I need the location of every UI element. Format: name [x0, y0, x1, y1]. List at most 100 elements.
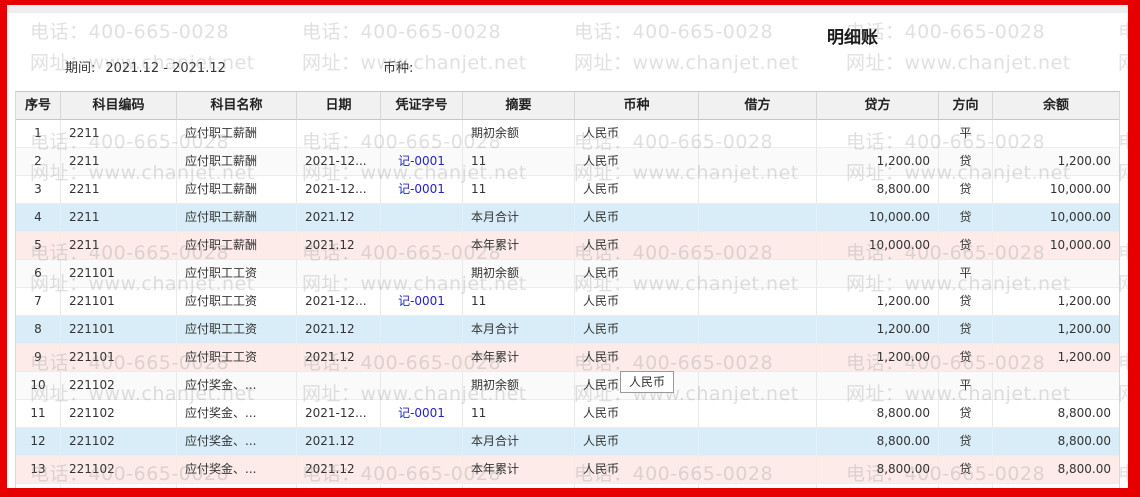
cell-date — [297, 484, 381, 497]
voucher-link[interactable]: 记-0001 — [381, 176, 463, 204]
table-row[interactable]: 4 2211 应付职工薪酬 2021.12 本月合计 人民币 10,000.00… — [16, 204, 1119, 232]
cell-date: 2021.12 — [297, 456, 381, 484]
cell-seq: 4 — [16, 204, 61, 232]
cell-credit: 8,800.00 — [817, 428, 939, 456]
cell-summary: 11 — [463, 400, 575, 428]
column-header-date: 日期 — [297, 92, 381, 120]
column-header-summary: 摘要 — [463, 92, 575, 120]
cell-credit: 1,200.00 — [817, 344, 939, 372]
column-header-debit: 借方 — [699, 92, 817, 120]
cell-subject-code: 2211 — [61, 204, 177, 232]
cell-seq: 12 — [16, 428, 61, 456]
cell-summary: 本年累计 — [463, 344, 575, 372]
cell-debit — [699, 484, 817, 497]
cell-subject-name: 应付职工工资 — [177, 288, 297, 316]
table-row[interactable]: 6 221101 应付职工工资 期初余额 人民币 平 — [16, 260, 1119, 288]
cell-balance: 1,200.00 — [993, 148, 1119, 176]
cell-currency: 人民币 — [575, 232, 699, 260]
cell-subject-name: 应付奖金、... — [177, 400, 297, 428]
cell-credit — [817, 260, 939, 288]
table-row[interactable]: 11 221102 应付奖金、... 2021-12... 记-0001 11 … — [16, 400, 1119, 428]
cell-subject-name: 应付职工薪酬 — [177, 120, 297, 148]
table-row[interactable]: 9 221101 应付职工工资 2021.12 本年累计 人民币 1,200.0… — [16, 344, 1119, 372]
cell-debit — [699, 400, 817, 428]
cell-currency: 人民币 — [575, 428, 699, 456]
voucher-link[interactable]: 记-0001 — [381, 400, 463, 428]
cell-subject-name: 应付职工薪酬 — [177, 232, 297, 260]
cell-summary: 期初余额 — [463, 372, 575, 400]
cell-summary: 11 — [463, 148, 575, 176]
cell-date: 2021.12 — [297, 428, 381, 456]
table-row[interactable]: 5 2211 应付职工薪酬 2021.12 本年累计 人民币 10,000.00… — [16, 232, 1119, 260]
table-row[interactable]: 10 221102 应付奖金、... 期初余额 人民币 平 — [16, 372, 1119, 400]
cell-balance: 8,800.00 — [993, 456, 1119, 484]
watermark-text: 电话：400-665-0028网址：www.chanjet.net — [1118, 353, 1140, 404]
column-header-currency: 币种 — [575, 92, 699, 120]
cell-date: 2021-12... — [297, 400, 381, 428]
cell-seq: 13 — [16, 456, 61, 484]
cell-subject-name: 应付职工薪酬 — [177, 176, 297, 204]
cell-date: 2021.12 — [297, 344, 381, 372]
cell-direction — [939, 484, 993, 497]
table-row[interactable]: 13 221102 应付奖金、... 2021.12 本年累计 人民币 8,80… — [16, 456, 1119, 484]
table-row[interactable]: 1 2211 应付职工薪酬 期初余额 人民币 平 — [16, 120, 1119, 148]
cell-debit — [699, 120, 817, 148]
table-row[interactable]: 3 2211 应付职工薪酬 2021-12... 记-0001 11 人民币 8… — [16, 176, 1119, 204]
report-window: 期间:2021.12 - 2021.12 币种: 明细账 序号科目编码科目名称日… — [0, 0, 1140, 497]
cell-balance — [993, 372, 1119, 400]
cell-summary — [463, 484, 575, 497]
table-row[interactable]: 2 2211 应付职工薪酬 2021-12... 记-0001 11 人民币 1… — [16, 148, 1119, 176]
watermark-text: 电话：400-665-0028网址：www.chanjet.net — [302, 22, 527, 73]
column-header-name: 科目名称 — [177, 92, 297, 120]
cell-date: 2021.12 — [297, 232, 381, 260]
cell-balance — [993, 484, 1119, 497]
cell-subject-code: 221101 — [61, 316, 177, 344]
cell-date: 2021.12 — [297, 204, 381, 232]
cell-seq: 1 — [16, 120, 61, 148]
cell-summary: 本月合计 — [463, 428, 575, 456]
table-row[interactable]: 7 221101 应付职工工资 2021-12... 记-0001 11 人民币… — [16, 288, 1119, 316]
cell-debit — [699, 288, 817, 316]
voucher-link — [381, 456, 463, 484]
cell-credit: 1,200.00 — [817, 316, 939, 344]
voucher-link[interactable]: 记-0001 — [381, 148, 463, 176]
voucher-link — [381, 484, 463, 497]
cell-subject-code: 2211 — [61, 120, 177, 148]
cell-currency: 人民币 — [575, 288, 699, 316]
cell-seq: 5 — [16, 232, 61, 260]
cell-debit — [699, 176, 817, 204]
cell-currency: 人民币 — [575, 120, 699, 148]
cell-seq: 14 — [16, 484, 61, 497]
cell-currency: 人民币 — [575, 316, 699, 344]
cell-balance — [993, 120, 1119, 148]
cell-direction: 贷 — [939, 148, 993, 176]
watermark-text: 电话：400-665-0028网址：www.chanjet.net — [1118, 22, 1140, 73]
cell-subject-name: 应付职工工资 — [177, 260, 297, 288]
cell-subject-code: 221102 — [61, 428, 177, 456]
table-row[interactable]: 12 221102 应付奖金、... 2021.12 本月合计 人民币 8,80… — [16, 428, 1119, 456]
watermark-text: 电话：400-665-0028网址：www.chanjet.net — [574, 22, 799, 73]
cell-credit: 1,200.00 — [817, 288, 939, 316]
cell-balance: 10,000.00 — [993, 204, 1119, 232]
cell-subject-name: 应付职工薪酬 — [177, 148, 297, 176]
table-row[interactable]: 8 221101 应付职工工资 2021.12 本月合计 人民币 1,200.0… — [16, 316, 1119, 344]
watermark-text: 电话：400-665-0028网址：www.chanjet.net — [1118, 243, 1140, 294]
cell-balance: 10,000.00 — [993, 176, 1119, 204]
voucher-link — [381, 428, 463, 456]
cell-subject-name: 应付职工工资 — [177, 344, 297, 372]
cell-subject-code: 2211 — [61, 232, 177, 260]
cell-credit — [817, 120, 939, 148]
cell-balance: 8,800.00 — [993, 428, 1119, 456]
page-title: 明细账 — [827, 23, 878, 48]
voucher-link[interactable]: 记-0001 — [381, 288, 463, 316]
table-row[interactable]: 14 — [16, 484, 1119, 497]
voucher-link — [381, 232, 463, 260]
cell-subject-code: 221102 — [61, 372, 177, 400]
cell-currency: 人民币 — [575, 344, 699, 372]
cell-debit — [699, 428, 817, 456]
cell-seq: 2 — [16, 148, 61, 176]
cell-balance: 1,200.00 — [993, 316, 1119, 344]
cell-seq: 9 — [16, 344, 61, 372]
ledger-table: 序号科目编码科目名称日期凭证字号摘要币种借方贷方方向余额 1 2211 应付职工… — [15, 91, 1120, 497]
cell-currency — [575, 484, 699, 497]
